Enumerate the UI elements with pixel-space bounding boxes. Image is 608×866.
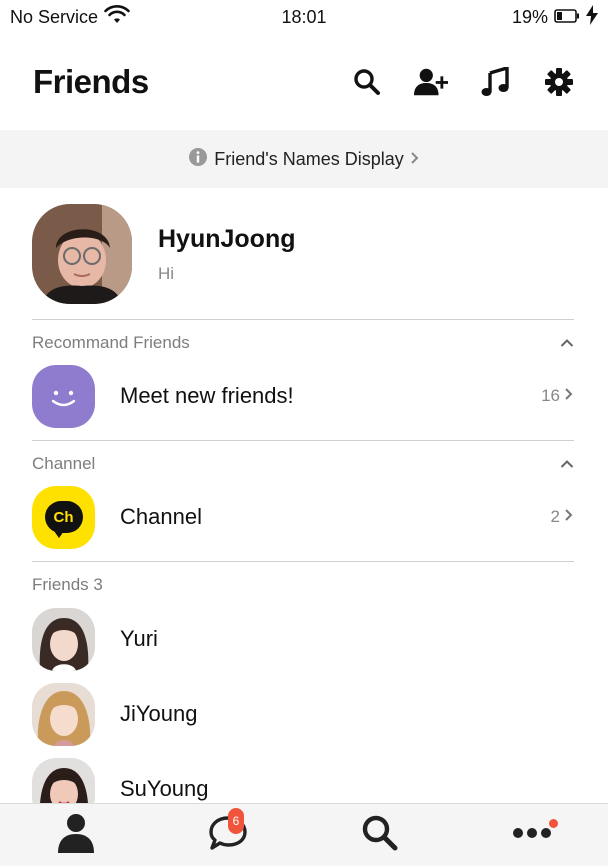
channel-logo-text: Ch	[53, 508, 74, 526]
search-icon	[361, 814, 399, 857]
friends-section-header: Friends 3	[32, 570, 574, 600]
tab-chats[interactable]: 6	[198, 805, 258, 865]
smile-icon	[32, 364, 95, 428]
tab-search[interactable]	[350, 805, 410, 865]
recommend-count: 16	[541, 386, 574, 406]
friend-name: SuYoung	[120, 776, 209, 801]
info-icon	[188, 147, 208, 172]
channel-logo-icon: Ch	[32, 485, 95, 549]
divider	[32, 319, 574, 320]
recommend-section-label: Recommand Friends	[32, 333, 190, 352]
wifi-icon	[104, 4, 130, 30]
profile-status: Hi	[158, 263, 175, 283]
friend-name: Yuri	[120, 626, 158, 651]
page-title: Friends	[33, 63, 149, 100]
header-icons	[350, 65, 576, 99]
add-friend-icon[interactable]	[414, 65, 448, 99]
more-icon	[512, 826, 552, 844]
my-profile[interactable]: HyunJoong Hi	[0, 188, 608, 320]
search-icon[interactable]	[350, 65, 384, 99]
chat-badge: 6	[228, 808, 244, 834]
banner-text: Friend's Names Display	[214, 148, 404, 169]
tab-friends[interactable]	[46, 805, 106, 865]
friend-row[interactable]: Yuri	[32, 607, 574, 671]
names-display-banner[interactable]: Friend's Names Display	[0, 130, 608, 188]
profile-name: HyunJoong	[158, 224, 296, 253]
chevron-up-icon[interactable]	[560, 454, 574, 474]
chevron-right-icon	[564, 386, 574, 406]
meet-new-friends-row[interactable]: Meet new friends! 16	[32, 364, 574, 428]
meet-new-friends-label: Meet new friends!	[120, 383, 294, 408]
avatar[interactable]	[32, 682, 95, 746]
status-left: No Service	[10, 4, 130, 30]
tab-bar: 6	[0, 803, 608, 866]
person-icon	[57, 813, 95, 858]
chevron-right-icon	[410, 149, 420, 170]
status-bar: No Service 18:01 19%	[0, 0, 608, 34]
channel-count: 2	[551, 507, 574, 527]
divider	[32, 440, 574, 441]
charging-icon	[586, 4, 598, 30]
carrier-label: No Service	[10, 6, 99, 27]
header: Friends	[0, 34, 608, 130]
chevron-right-icon	[564, 507, 574, 527]
friend-row[interactable]: JiYoung	[32, 682, 574, 746]
avatar[interactable]	[32, 607, 95, 671]
recommend-section-header[interactable]: Recommand Friends	[32, 328, 574, 358]
channel-section-label: Channel	[32, 454, 96, 473]
channel-section-header[interactable]: Channel	[32, 449, 574, 479]
chevron-up-icon[interactable]	[560, 333, 574, 353]
battery-icon	[554, 7, 580, 28]
avatar[interactable]	[32, 204, 132, 304]
notification-dot	[549, 819, 558, 828]
music-icon[interactable]	[478, 65, 512, 99]
channel-row[interactable]: Ch Channel 2	[32, 485, 574, 549]
channel-label: Channel	[120, 504, 202, 529]
settings-icon[interactable]	[542, 65, 576, 99]
tab-more[interactable]	[502, 805, 562, 865]
battery-percent: 19%	[511, 6, 548, 27]
recommend-count-value: 16	[541, 386, 560, 405]
friends-section-label: Friends 3	[32, 575, 103, 594]
channel-count-value: 2	[550, 507, 560, 526]
status-right: 19%	[511, 4, 598, 30]
divider	[32, 561, 574, 562]
profile-text: HyunJoong Hi	[158, 225, 296, 284]
friend-name: JiYoung	[120, 701, 198, 726]
